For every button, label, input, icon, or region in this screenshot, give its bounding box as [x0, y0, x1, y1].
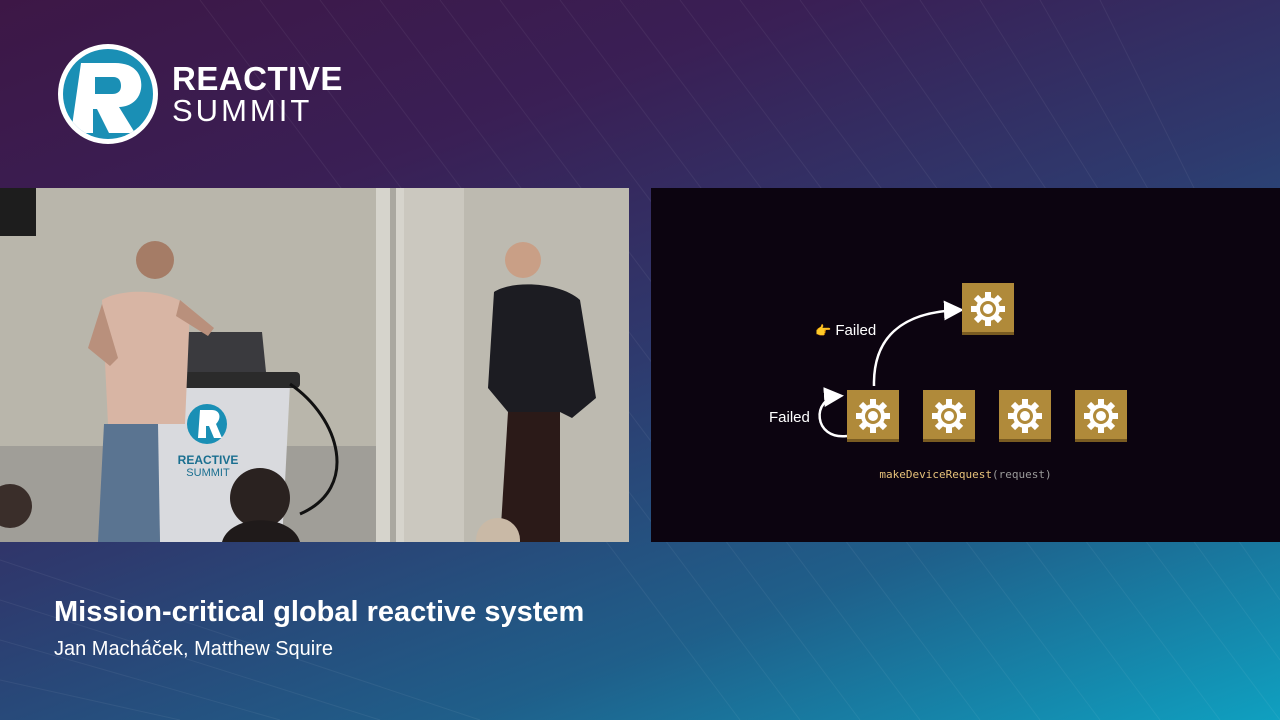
- gear-node-top: [962, 283, 1014, 335]
- podium-line-2: SUMMIT: [186, 467, 230, 479]
- gear-icon: [856, 399, 890, 433]
- code-args: (request): [991, 468, 1052, 481]
- retry-arrow: [872, 300, 964, 387]
- code-snippet: makeDeviceRequest(request): [651, 468, 1280, 481]
- gear-node-3: [999, 390, 1051, 442]
- gear-node-1: [847, 390, 899, 442]
- gear-node-4: [1075, 390, 1127, 442]
- video-frame: REACTIVE SUMMIT: [0, 188, 629, 542]
- reactive-summit-logo: [58, 44, 158, 144]
- talk-title: Mission-critical global reactive system: [54, 596, 585, 628]
- gear-icon: [1008, 399, 1042, 433]
- loop-arrow: [818, 387, 848, 438]
- slide-arrows: [818, 300, 964, 438]
- r-letter-icon: [71, 63, 142, 133]
- brand-wordmark: REACTIVE SUMMIT: [172, 62, 343, 126]
- speaker-names: Jan Macháček, Matthew Squire: [54, 638, 334, 660]
- podium-line-1: REACTIVE: [178, 453, 239, 467]
- code-function: makeDeviceRequest: [879, 468, 992, 481]
- gear-icon: [1084, 399, 1118, 433]
- pointing-hand-icon: 👉: [815, 323, 832, 338]
- presentation-slide: 👉 Failed Failed makeDeviceRequest(reques…: [651, 188, 1280, 542]
- failed-label-lower: Failed: [769, 409, 810, 426]
- gear-node-2: [923, 390, 975, 442]
- failed-label-upper: 👉 Failed: [815, 322, 877, 339]
- gear-icon: [932, 399, 966, 433]
- speaker-video: REACTIVE SUMMIT: [0, 188, 629, 542]
- brand-line-1: REACTIVE: [172, 60, 343, 97]
- gear-icon: [971, 292, 1005, 326]
- brand-line-2: SUMMIT: [172, 93, 313, 128]
